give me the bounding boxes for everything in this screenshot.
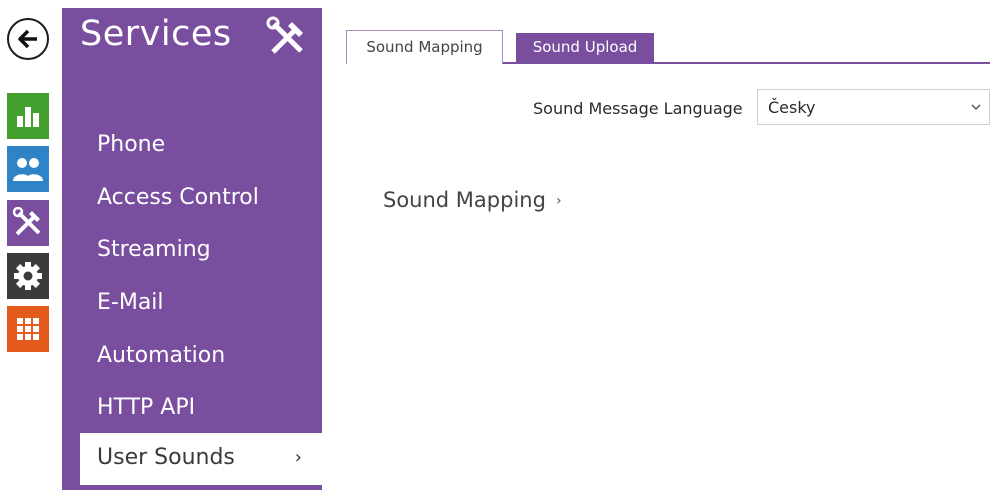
section-sound-mapping[interactable]: Sound Mapping (383, 188, 546, 212)
chevron-down-icon (971, 104, 981, 111)
status-nav[interactable] (7, 93, 49, 139)
back-button[interactable] (7, 18, 49, 60)
menu-item-streaming[interactable]: Streaming (97, 237, 211, 262)
sound-language-label: Sound Message Language (533, 99, 743, 118)
chevron-right-icon: › (556, 193, 562, 209)
tools-icon (265, 16, 309, 60)
menu-item-user-sounds[interactable]: User Sounds › (80, 433, 322, 485)
services-nav[interactable] (7, 200, 49, 246)
users-icon (13, 158, 43, 181)
back-arrow-icon (18, 29, 37, 49)
tab-sound-upload[interactable]: Sound Upload (516, 33, 654, 62)
tab-active-gap (347, 62, 502, 65)
apps-nav[interactable] (7, 306, 49, 352)
services-tools-icon (12, 207, 41, 236)
users-nav[interactable] (7, 146, 49, 192)
apps-grid-icon (17, 318, 39, 340)
settings-nav[interactable] (7, 253, 49, 299)
status-chart-icon (17, 107, 39, 127)
sidebar-title: Services (80, 14, 232, 54)
settings-gear-icon (14, 262, 42, 290)
sound-language-value: Česky (768, 98, 816, 117)
menu-item-phone[interactable]: Phone (97, 132, 165, 157)
menu-item-http-api[interactable]: HTTP API (97, 395, 195, 420)
tab-sound-mapping[interactable]: Sound Mapping (346, 30, 503, 64)
sound-language-select[interactable]: Česky (757, 89, 990, 125)
chevron-right-icon: › (294, 447, 302, 468)
menu-item-user-sounds-label: User Sounds (97, 445, 235, 470)
menu-item-automation[interactable]: Automation (97, 343, 225, 368)
menu-item-access-control[interactable]: Access Control (97, 185, 259, 210)
menu-item-email[interactable]: E-Mail (97, 290, 164, 315)
